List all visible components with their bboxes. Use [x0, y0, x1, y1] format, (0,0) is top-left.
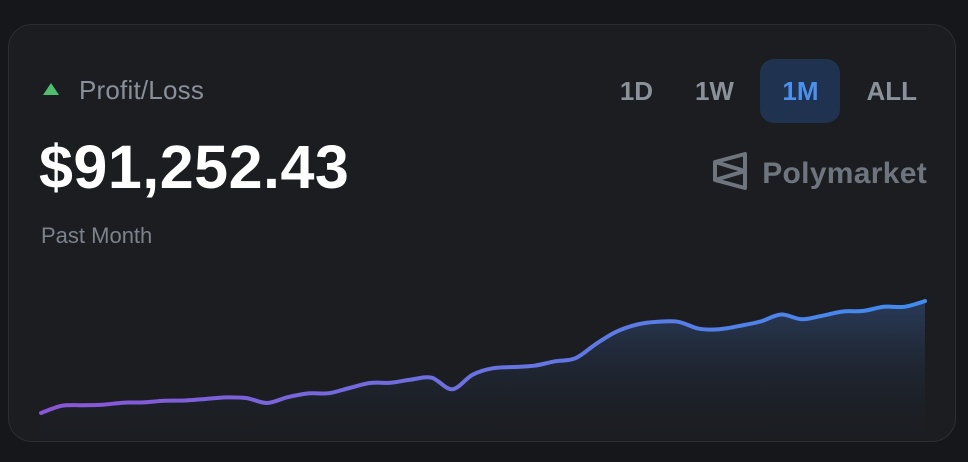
tab-1w[interactable]: 1W — [682, 59, 746, 123]
pnl-card: Profit/Loss $91,252.43 Past Month 1D 1W … — [8, 24, 956, 442]
trend-up-icon — [43, 83, 59, 95]
tab-1m[interactable]: 1M — [760, 59, 841, 123]
brand: Polymarket — [712, 151, 927, 196]
period-label: Past Month — [41, 223, 153, 248]
tab-1d[interactable]: 1D — [604, 59, 668, 123]
pnl-label: Profit/Loss — [79, 74, 205, 105]
polymarket-logo-icon — [712, 151, 748, 196]
pnl-amount: $91,252.43 — [39, 133, 350, 201]
pnl-chart — [39, 299, 927, 441]
pnl-header: Profit/Loss — [43, 75, 204, 105]
tab-all[interactable]: ALL — [854, 59, 929, 123]
brand-name: Polymarket — [762, 156, 927, 190]
range-tabs: 1D 1W 1M ALL — [604, 59, 929, 123]
